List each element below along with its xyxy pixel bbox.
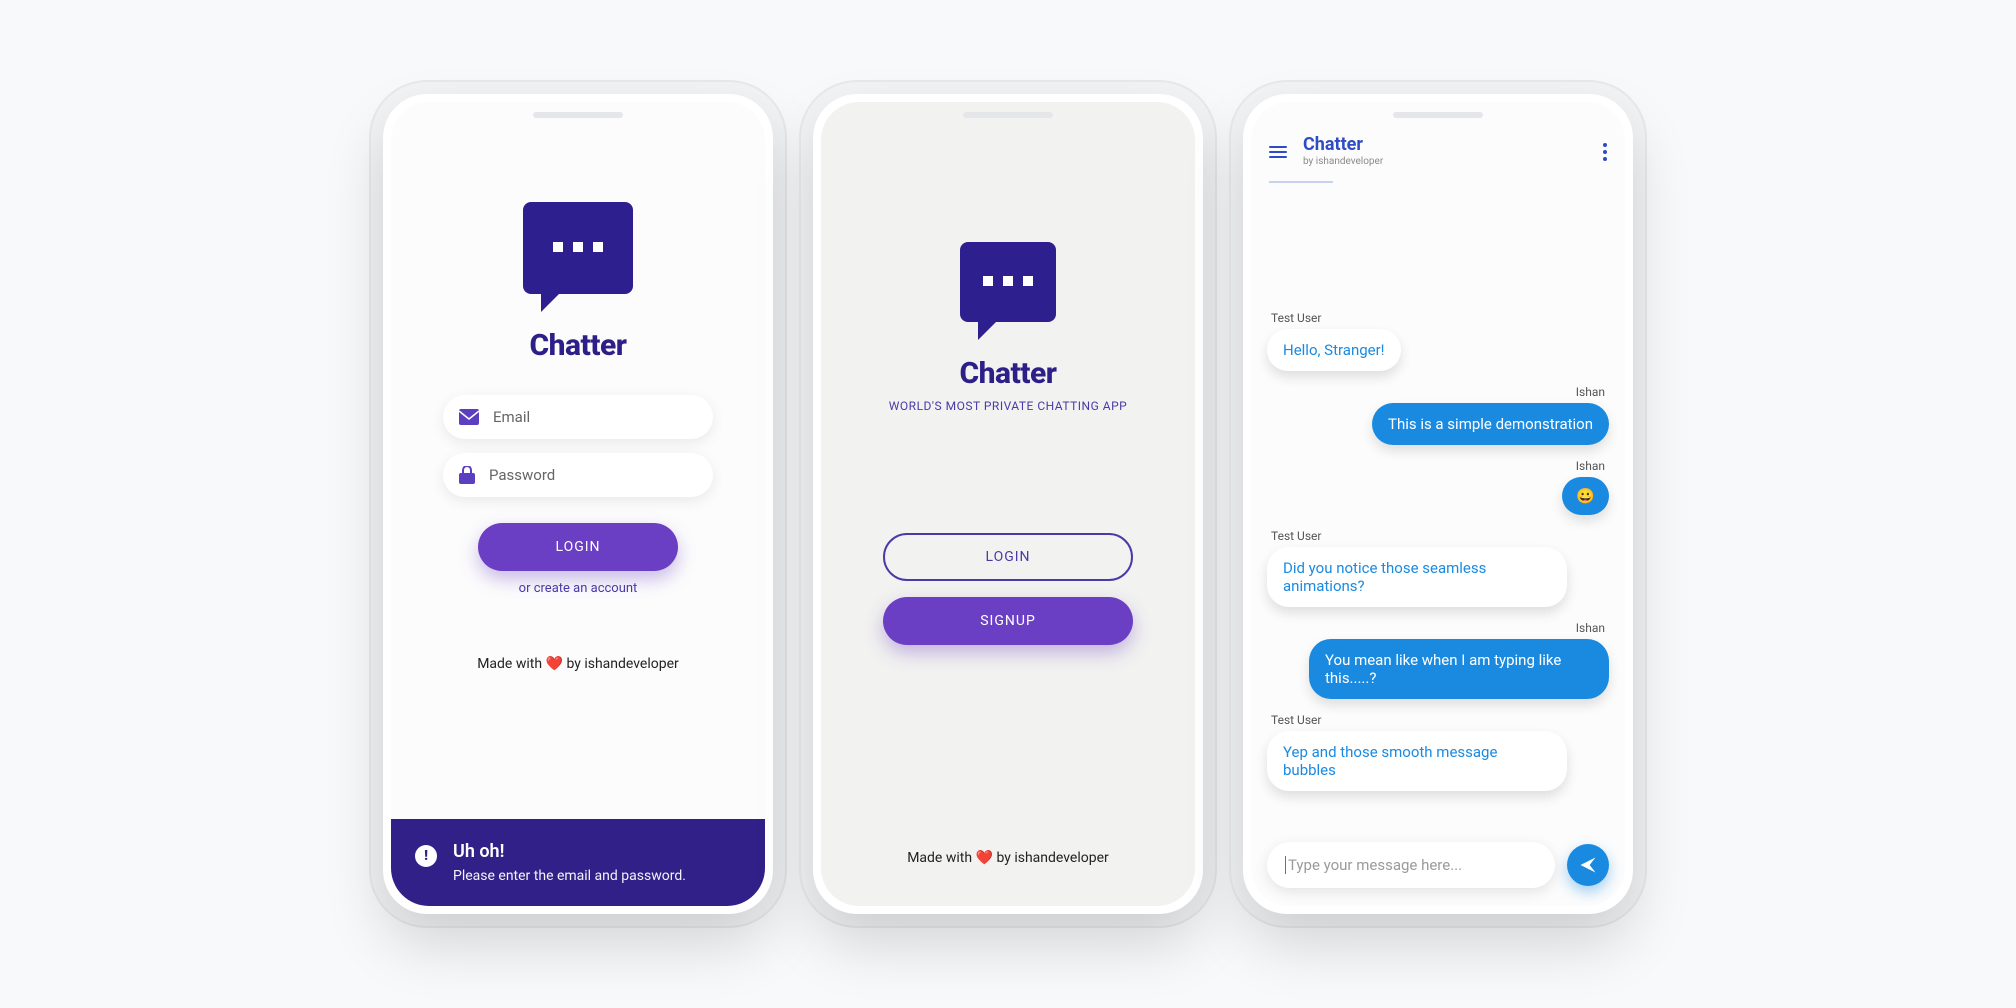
- mail-icon: [459, 409, 479, 425]
- app-subtitle: by ishandeveloper: [1303, 156, 1383, 167]
- message-bubble[interactable]: 😀: [1562, 477, 1609, 515]
- composer-placeholder: Type your message here...: [1288, 856, 1462, 874]
- phone-login: Chatter Email Password LOGIN or create a…: [383, 94, 773, 914]
- phone-notch: [533, 112, 623, 118]
- app-logo: [523, 202, 633, 294]
- message-input[interactable]: Type your message here...: [1267, 842, 1555, 888]
- sender-name: Ishan: [1576, 385, 1605, 399]
- message: Ishan 😀: [1267, 459, 1609, 515]
- send-icon: [1578, 855, 1598, 875]
- signup-button[interactable]: SIGNUP: [883, 597, 1133, 645]
- error-title: Uh oh!: [453, 841, 686, 862]
- heart-icon: ❤️: [976, 850, 993, 866]
- error-message: Please enter the email and password.: [453, 868, 686, 884]
- composer: Type your message here...: [1251, 828, 1625, 906]
- heart-icon: ❤️: [546, 656, 563, 672]
- tagline: WORLD'S MOST PRIVATE CHATTING APP: [889, 399, 1127, 413]
- message: Ishan This is a simple demonstration: [1267, 385, 1609, 445]
- error-banner: ! Uh oh! Please enter the email and pass…: [391, 819, 765, 906]
- menu-icon[interactable]: [1269, 146, 1287, 158]
- chat-screen: Chatter by ishandeveloper Test User Hello…: [1251, 102, 1625, 906]
- sender-name: Ishan: [1576, 459, 1605, 473]
- message: Test User Did you notice those seamless a…: [1267, 529, 1609, 607]
- brand-title: Chatter: [530, 328, 627, 363]
- app-logo: [960, 242, 1056, 322]
- login-button[interactable]: LOGIN: [883, 533, 1133, 581]
- message-bubble[interactable]: Hello, Stranger!: [1267, 329, 1401, 371]
- phone-notch: [963, 112, 1053, 118]
- alert-icon: !: [415, 845, 437, 867]
- password-placeholder: Password: [489, 466, 555, 484]
- send-button[interactable]: [1567, 844, 1609, 886]
- footer-credit: Made with ❤️ by ishandeveloper: [907, 850, 1109, 866]
- create-account-link[interactable]: or create an account: [519, 581, 638, 596]
- phone-landing: Chatter WORLD'S MOST PRIVATE CHATTING AP…: [813, 94, 1203, 914]
- message: Test User Hello, Stranger!: [1267, 311, 1609, 371]
- overflow-icon[interactable]: [1603, 143, 1607, 161]
- message-bubble[interactable]: Yep and those smooth message bubbles: [1267, 731, 1567, 791]
- sender-name: Test User: [1271, 713, 1609, 727]
- app-title: Chatter: [1303, 136, 1383, 154]
- email-field[interactable]: Email: [443, 395, 713, 439]
- message-list: Test User Hello, Stranger! Ishan This is a …: [1251, 283, 1625, 828]
- phone-notch: [1393, 112, 1483, 118]
- message-bubble[interactable]: This is a simple demonstration: [1372, 403, 1609, 445]
- message-bubble[interactable]: Did you notice those seamless animations…: [1267, 547, 1567, 607]
- landing-screen: Chatter WORLD'S MOST PRIVATE CHATTING AP…: [821, 102, 1195, 906]
- footer-credit: Made with ❤️ by ishandeveloper: [477, 656, 679, 672]
- login-screen: Chatter Email Password LOGIN or create a…: [391, 102, 765, 906]
- lock-icon: [459, 466, 475, 484]
- message: Ishan You mean like when I am typing like…: [1267, 621, 1609, 699]
- sender-name: Test User: [1271, 529, 1609, 543]
- message: Test User Yep and those smooth message bu…: [1267, 713, 1609, 791]
- login-button[interactable]: LOGIN: [478, 523, 678, 571]
- password-field[interactable]: Password: [443, 453, 713, 497]
- brand-title: Chatter: [960, 356, 1057, 391]
- sender-name: Ishan: [1576, 621, 1605, 635]
- text-caret: [1285, 856, 1286, 874]
- message-bubble[interactable]: You mean like when I am typing like this…: [1309, 639, 1609, 699]
- email-placeholder: Email: [493, 408, 530, 426]
- sender-name: Test User: [1271, 311, 1609, 325]
- phone-chat: Chatter by ishandeveloper Test User Hello…: [1243, 94, 1633, 914]
